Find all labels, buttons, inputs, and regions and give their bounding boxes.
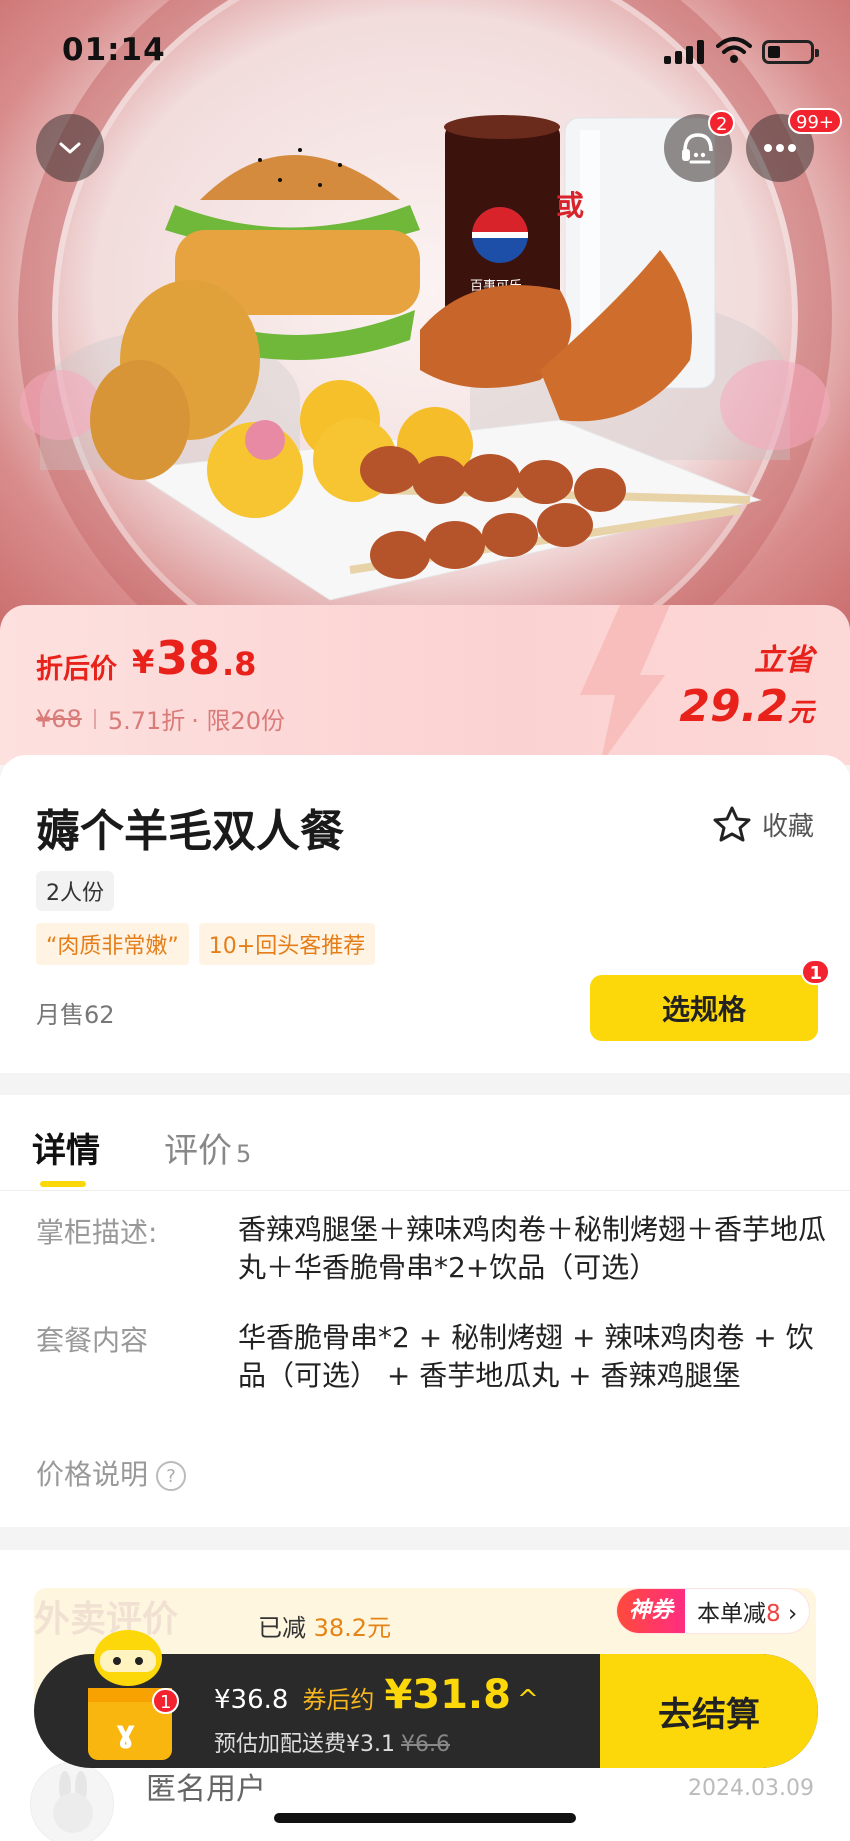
delivery-fee-line: 预估加配送费¥3.1 ¥6.6: [214, 1726, 450, 1758]
coupon-pill[interactable]: 神券 本单减8 ›: [616, 1588, 811, 1634]
discount-price-label: 折后价: [36, 654, 117, 685]
contents-value: 华香脆骨串*2 + 秘制烤翅 + 辣味鸡肉卷 + 饮品（可选） + 香芋地瓜丸 …: [238, 1321, 814, 1392]
details-section: 详情 评价 5 掌柜描述: 香辣鸡腿堡＋辣味鸡肉卷＋秘制烤翅＋香芋地瓜丸＋华香脆骨…: [0, 1095, 850, 1527]
tab-details-label: 详情: [32, 1131, 100, 1171]
headset-icon: [682, 133, 713, 164]
reduced-amount: 38.2元: [313, 1614, 392, 1642]
save-amount-group: 29.2元: [679, 681, 814, 732]
collapse-button[interactable]: [36, 114, 104, 182]
product-tags: “肉质非常嫩” 10+回头客推荐: [36, 923, 376, 965]
cart-total: ¥36.8: [214, 1685, 289, 1715]
more-badge: 99+: [788, 108, 842, 134]
wifi-icon: [716, 37, 752, 63]
favorite-button[interactable]: 收藏: [712, 805, 814, 843]
price-note-row[interactable]: 价格说明?: [36, 1453, 826, 1493]
price-decimal: .8: [222, 645, 257, 683]
tab-reviews[interactable]: 评价 5: [164, 1123, 251, 1172]
product-title: 薅个羊毛双人餐: [36, 806, 344, 857]
favorite-label: 收藏: [761, 811, 814, 842]
coupon-text-group: 本单减8 ›: [685, 1594, 809, 1628]
original-price: ¥68: [36, 704, 82, 733]
tag: 10+回头客推荐: [198, 923, 376, 965]
tab-bar: 详情 评价 5: [0, 1095, 850, 1191]
rabbit-avatar-icon: [53, 1771, 93, 1833]
reviews-count: 5: [236, 1140, 252, 1168]
contents-label: 套餐内容: [36, 1324, 149, 1357]
discount-rate: 5.71折: [107, 707, 186, 735]
price-banner: 折后价 ¥ 38 .8 ¥68 5.71折 · 限20份 立省 29.2元: [0, 605, 850, 765]
choice-mark-text: 或: [556, 189, 584, 222]
contents-row: 套餐内容 华香脆骨串*2 + 秘制烤翅 + 辣味鸡肉卷 + 饮品（可选） + 香…: [36, 1319, 826, 1395]
checkout-button[interactable]: 去结算: [600, 1654, 818, 1768]
checkout-label: 去结算: [658, 1694, 760, 1735]
battery-icon: [762, 40, 819, 64]
after-coupon-label: 券后约: [302, 1686, 375, 1714]
after-coupon-price: ¥31.8: [384, 1672, 511, 1718]
purchase-limit: · 限20份: [191, 707, 286, 735]
tag: “肉质非常嫩”: [36, 923, 189, 965]
save-unit: 元: [787, 698, 814, 728]
hero-image: 或 百事可乐 01:14 2 99+: [0, 0, 850, 640]
serving-badge: 2人份: [36, 871, 114, 911]
price-currency: ¥: [132, 643, 155, 681]
desc-value: 香辣鸡腿堡＋辣味鸡肉卷＋秘制烤翅＋香芋地瓜丸＋华香脆骨串*2+饮品（可选）: [238, 1213, 827, 1284]
cart-mascot[interactable]: ɣ 1: [70, 1626, 190, 1774]
review-date: 2024.03.09: [688, 1776, 814, 1801]
price-sub-info: ¥68 5.71折 · 限20份: [36, 701, 285, 736]
desc-label: 掌柜描述:: [36, 1216, 158, 1249]
more-dots-icon: [764, 144, 796, 152]
delivery-fee: 预估加配送费¥3.1: [214, 1732, 395, 1757]
monthly-sales: 月售62: [36, 1001, 115, 1029]
price-note: 价格说明?: [36, 1453, 187, 1493]
coupon-tag: 神券: [617, 1589, 686, 1633]
reduced-info: 已减 38.2元: [258, 1608, 391, 1643]
home-indicator: [274, 1813, 576, 1823]
delivery-original-fee: ¥6.6: [401, 1732, 450, 1757]
tab-indicator: [40, 1181, 86, 1187]
signal-icon: [664, 40, 706, 64]
price-note-label: 价格说明: [36, 1458, 149, 1491]
chevron-down-icon: [59, 142, 81, 154]
question-icon: ?: [156, 1461, 187, 1491]
cart-price-line: ¥36.8 券后约 ¥31.8 ^: [214, 1672, 539, 1718]
desc-row: 掌柜描述: 香辣鸡腿堡＋辣味鸡肉卷＋秘制烤翅＋香芋地瓜丸＋华香脆骨串*2+饮品（…: [36, 1211, 826, 1287]
tab-details[interactable]: 详情: [32, 1123, 100, 1187]
price-integer: 38: [156, 631, 221, 685]
burger-bun-top: [200, 155, 400, 200]
svg-text:ɣ: ɣ: [116, 1715, 135, 1750]
save-amount: 29.2: [679, 681, 788, 732]
spec-badge: 1: [801, 959, 830, 985]
divider: [93, 708, 96, 729]
tab-reviews-label: 评价: [164, 1131, 232, 1171]
status-time: 01:14: [62, 32, 166, 68]
reduced-prefix: 已减: [258, 1614, 306, 1642]
coupon-text: 本单减: [697, 1601, 767, 1627]
select-spec-button[interactable]: 选规格 1: [590, 959, 830, 1041]
product-card: 薅个羊毛双人餐 收藏 2人份 “肉质非常嫩” 10+回头客推荐 月售62 选规格…: [0, 755, 850, 1073]
status-bar: 01:14: [0, 0, 850, 100]
lightning-decoration: [580, 605, 670, 765]
more-button[interactable]: 99+: [746, 108, 842, 182]
star-icon: [713, 806, 751, 842]
save-label: 立省: [754, 643, 814, 678]
coupon-amount: 8: [766, 1601, 781, 1627]
customer-service-button[interactable]: 2: [664, 110, 736, 182]
chevron-up-icon[interactable]: ^: [517, 1685, 539, 1715]
select-spec-label: 选规格: [661, 993, 746, 1026]
chevron-right-icon: ›: [787, 1601, 798, 1627]
